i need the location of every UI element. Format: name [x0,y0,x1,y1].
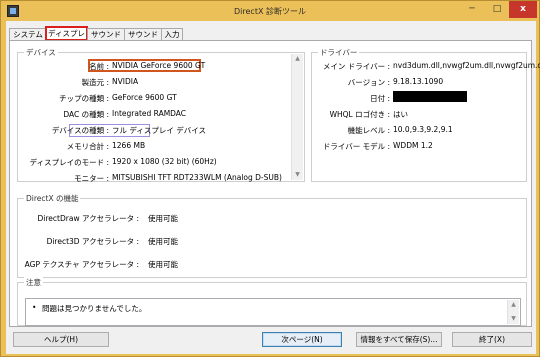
device-value-dac-type: Integrated RAMDAC [112,109,187,118]
driver-group-title: ドライバー [318,47,360,58]
client-area: システム ディスプレイ サウンド 1 サウンド 2 入力 デバイス 名前 : N… [6,21,540,354]
feature-value-agp: 使用可能 [148,260,178,269]
driver-value-version: 9.18.13.1090 [393,77,444,86]
driver-label-version: バージョン : [347,78,390,87]
maximize-button[interactable]: □ [485,1,509,18]
driver-label-date: 日付 : [370,94,390,103]
display-panel: デバイス 名前 : NVIDIA GeForce 9600 GT 製造元 : N… [9,40,540,327]
help-button[interactable]: ヘルプ(H) [13,332,109,347]
device-value-chip-type: GeForce 9600 GT [112,93,177,102]
device-value-device-type: フル ディスプレイ デバイス [112,126,207,135]
scroll-up-icon[interactable]: ▲ [292,54,303,64]
device-value-total-memory: 1266 MB [112,141,146,150]
minimize-button[interactable]: ─ [459,1,485,18]
feature-label-agp: AGP テクスチャ アクセラレータ : [24,260,139,269]
device-label-name: 名前 : [89,62,109,71]
driver-value-driver-model: WDDM 1.2 [393,141,433,150]
tab-system[interactable]: システム [9,28,47,40]
feature-label-directdraw: DirectDraw アクセラレータ : [37,214,139,223]
features-group-title: DirectX の機能 [24,193,81,204]
tab-sound-2[interactable]: サウンド 2 [124,28,162,50]
exit-button[interactable]: 終了(X) [452,332,532,347]
tab-display[interactable]: ディスプレイ [45,26,88,50]
scroll-down-icon[interactable]: ▼ [292,170,303,180]
notes-group: 注意 • 問題は見つかりませんでした。 ▲ ▼ [17,277,527,326]
notes-group-title: 注意 [24,277,43,288]
device-label-manufacturer: 製造元 : [81,78,109,87]
device-label-chip-type: チップの種類 : [59,94,109,103]
bullet-icon: • [32,303,37,312]
device-group-title: デバイス [24,47,58,58]
scroll-up-icon[interactable]: ▲ [508,300,519,310]
driver-label-driver-model: ドライバー モデル : [322,142,390,151]
feature-value-directdraw: 使用可能 [148,214,178,223]
device-scrollbar[interactable]: ▲ ▼ [291,54,303,180]
note-text: 問題は見つかりませんでした。 [42,304,147,313]
device-label-monitor: モニター : [74,174,109,183]
title-bar: DirectX 診断ツール ─ □ x [1,1,539,21]
close-button[interactable]: x [509,1,537,18]
device-label-total-memory: メモリ合計 : [66,142,109,151]
directx-diagnostic-window: DirectX 診断ツール ─ □ x システム ディスプレイ サウンド 1 サ… [0,0,540,357]
device-label-dac-type: DAC の種類 : [63,110,109,119]
feature-label-direct3d: Direct3D アクセラレータ : [46,237,139,246]
feature-value-direct3d: 使用可能 [148,237,178,246]
device-label-display-mode: ディスプレイのモード : [29,158,109,167]
notes-scrollbar[interactable]: ▲ ▼ [507,300,519,324]
tab-sound-1[interactable]: サウンド 1 [87,28,125,50]
driver-group: ドライバー メイン ドライバー : nvd3dum.dll,nvwgf2um.d… [311,47,540,182]
directx-features-group: DirectX の機能 DirectDraw アクセラレータ : 使用可能 Di… [17,193,527,278]
driver-value-whql: はい [393,110,408,119]
driver-value-main-driver: nvd3dum.dll,nvwgf2um.dll,nvwgf2um.dll [393,61,540,70]
scroll-down-icon[interactable]: ▼ [508,314,519,324]
notes-textbox[interactable]: • 問題は見つかりませんでした。 ▲ ▼ [25,298,521,326]
device-value-monitor: MITSUBISHI TFT RDT233WLM (Analog D-SUB) [112,173,282,182]
tab-input[interactable]: 入力 [161,28,183,40]
device-group: デバイス 名前 : NVIDIA GeForce 9600 GT 製造元 : N… [17,47,305,183]
device-value-display-mode: 1920 x 1080 (32 bit) (60Hz) [112,157,217,166]
device-value-name: NVIDIA GeForce 9600 GT [112,61,206,70]
device-label-device-type: デバイスの種類 : [51,126,109,135]
next-page-button[interactable]: 次ページ(N) [262,332,342,347]
save-all-info-button[interactable]: 情報をすべて保存(S)... [356,332,442,347]
driver-label-main-driver: メイン ドライバー : [322,62,390,71]
driver-label-feature-levels: 機能レベル : [347,126,390,135]
date-redacted-box [393,91,467,102]
driver-value-feature-levels: 10.0,9.3,9.2,9.1 [393,125,453,134]
device-value-manufacturer: NVIDIA [112,77,139,86]
driver-label-whql: WHQL ロゴ付き : [329,110,390,119]
